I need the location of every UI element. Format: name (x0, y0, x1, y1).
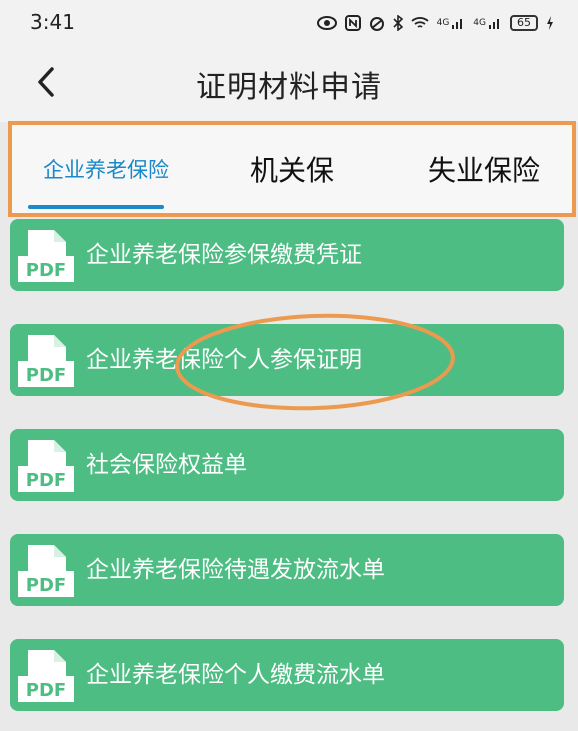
pdf-text: PDF (26, 470, 66, 491)
alarm-icon (369, 15, 385, 31)
charging-icon (546, 16, 554, 30)
page-title: 证明材料申请 (196, 70, 382, 105)
item-label: 企业养老保险个人参保证明 (86, 347, 362, 373)
pdf-file-icon: PDF (18, 230, 74, 282)
list-item[interactable]: PDF 社会保险权益单 (10, 429, 564, 501)
item-label: 社会保险权益单 (86, 452, 247, 478)
nfc-icon (344, 15, 361, 31)
pdf-file-icon: PDF (18, 440, 74, 492)
list-item[interactable]: PDF 企业养老保险个人参保证明 (10, 324, 564, 396)
network-label-2: 4G (473, 18, 486, 28)
pdf-text: PDF (26, 260, 66, 281)
pdf-file-icon: PDF (18, 335, 74, 387)
list-item[interactable]: PDF 企业养老保险个人缴费流水单 (10, 639, 564, 711)
eye-icon (316, 16, 337, 30)
pdf-text: PDF (26, 575, 66, 596)
pdf-text: PDF (26, 680, 66, 701)
tab-government-insurance[interactable]: 机关保 (202, 125, 382, 213)
pdf-file-icon: PDF (18, 650, 74, 702)
tab-unemployment-insurance[interactable]: 失业保险 (396, 125, 572, 213)
battery-icon: 65 (510, 15, 538, 31)
item-label: 企业养老保险参保缴费凭证 (86, 242, 362, 268)
app-header: 证明材料申请 (0, 44, 578, 122)
tab-enterprise-pension[interactable]: 企业养老保险 (16, 125, 196, 213)
status-bar: 3:41 4G 4G 65 (0, 0, 578, 44)
network-label-1: 4G (436, 18, 450, 28)
tab-active-indicator (28, 205, 164, 209)
tab-label: 机关保 (249, 154, 334, 187)
tab-label: 企业养老保险 (43, 158, 169, 182)
item-label: 企业养老保险个人缴费流水单 (86, 662, 385, 688)
status-icons: 4G 4G 65 (316, 12, 554, 34)
wifi-icon (410, 16, 429, 30)
pdf-file-icon: PDF (18, 545, 74, 597)
item-label: 企业养老保险待遇发放流水单 (86, 557, 385, 583)
list-item[interactable]: PDF 企业养老保险参保缴费凭证 (10, 219, 564, 291)
bluetooth-icon (393, 15, 403, 31)
status-time: 3:41 (30, 10, 75, 34)
signal-icon-2: 4G (473, 16, 502, 30)
list-item[interactable]: PDF 企业养老保险待遇发放流水单 (10, 534, 564, 606)
signal-icon-1: 4G (437, 16, 466, 30)
pdf-text: PDF (26, 365, 66, 386)
tab-label: 失业保险 (427, 154, 540, 187)
tab-bar: 企业养老保险 机关保 失业保险 (8, 121, 576, 217)
